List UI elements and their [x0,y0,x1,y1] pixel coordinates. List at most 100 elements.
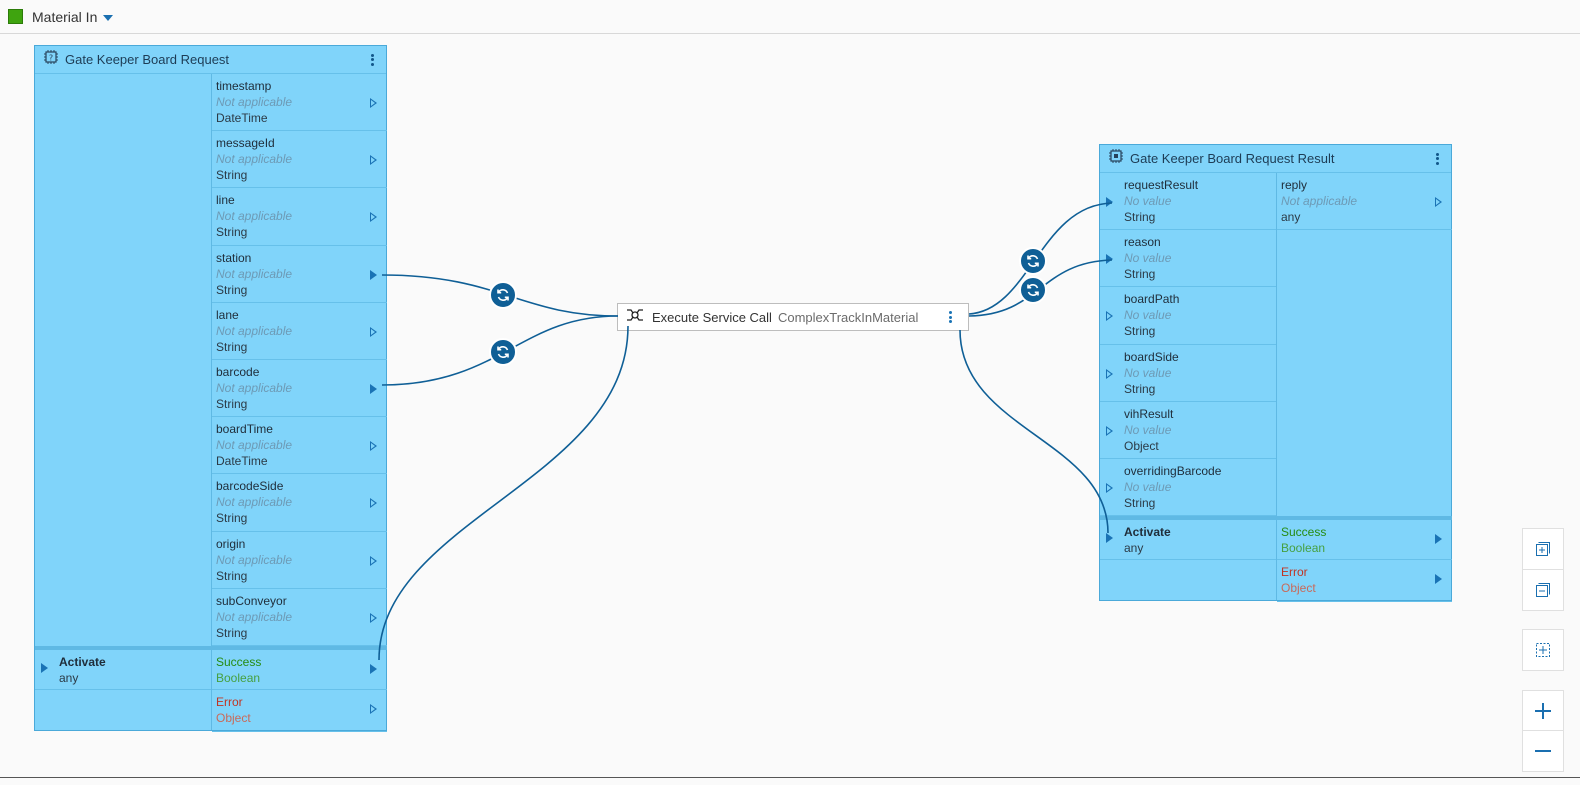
output-pin-icon[interactable] [370,612,377,623]
input-pin-icon[interactable] [1106,483,1113,493]
output-port-messageId[interactable]: messageId Not applicable String [212,131,387,189]
output-port-line[interactable]: line Not applicable String [212,188,387,246]
input-pin-icon[interactable] [1106,368,1113,379]
port-value: No value [1124,251,1172,266]
task-header: Gate Keeper Board Request Result [1100,145,1451,173]
input-pin-icon[interactable] [1106,197,1113,207]
port-type: String [216,168,248,183]
input-port-reason[interactable]: reason No value String [1100,230,1276,288]
input-pin-icon[interactable] [1106,533,1113,544]
output-port-boardTime[interactable]: boardTime Not applicable DateTime [212,417,387,475]
output-pin-icon[interactable] [370,664,377,674]
task-title: Gate Keeper Board Request Result [1130,151,1335,166]
inputs-column: Activate any [35,74,211,730]
port-name: Success [216,655,262,669]
port-type: String [1124,381,1156,396]
output-pin-icon[interactable] [370,704,377,714]
expand-all-icon[interactable] [1522,528,1564,570]
task-gate-keeper-board-request-result[interactable]: Gate Keeper Board Request Result request… [1099,144,1452,603]
input-pin-icon[interactable] [41,663,48,673]
output-pin-icon[interactable] [370,384,377,394]
flow-color-swatch [8,9,23,24]
task-header: ? Gate Keeper Board Request [35,46,386,74]
output-pin-icon[interactable] [1435,534,1442,545]
port-name: barcodeSide [216,479,284,494]
port-value: Not applicable [216,381,293,395]
port-name: boardPath [1124,292,1180,307]
port-name: reply [1281,178,1308,192]
input-pin-icon[interactable] [1106,425,1113,436]
port-type: Object [216,711,251,725]
refresh-icon[interactable] [489,338,517,366]
port-value: Not applicable [216,438,293,453]
output-pin-icon[interactable] [1435,197,1442,207]
more-menu-icon[interactable] [1431,150,1443,168]
output-port-lane[interactable]: lane Not applicable String [212,303,387,360]
execute-service-call-node[interactable]: Execute Service Call ComplexTrackInMater… [617,303,969,331]
output-pin-icon[interactable] [370,269,377,280]
input-port-activate[interactable]: Activate any [1100,520,1276,561]
plus-icon[interactable] [1522,690,1564,732]
canvas-bottom-border [0,777,1580,778]
more-menu-icon[interactable] [944,308,956,326]
service-call-name: Execute Service Call [652,309,772,325]
port-type: String [1124,496,1156,510]
output-port-success[interactable]: Success Boolean [212,650,387,690]
port-type: String [216,339,248,354]
service-call-reference: ComplexTrackInMaterial [777,309,919,325]
input-pin-icon[interactable] [1106,311,1113,322]
refresh-icon[interactable] [1019,276,1047,304]
output-port-station[interactable]: station Not applicable String [212,246,387,303]
input-port-requestResult[interactable]: requestResult No value String [1100,173,1276,231]
output-pin-icon[interactable] [370,555,377,566]
output-port-origin[interactable]: origin Not applicable String [212,532,387,589]
output-pin-icon[interactable] [370,212,377,223]
output-port-subConveyor[interactable]: subConveyor Not applicable String [212,589,387,646]
refresh-icon[interactable] [1019,247,1047,275]
input-port-boardPath[interactable]: boardPath No value String [1100,287,1276,345]
port-type: any [59,671,79,685]
inputs-column: requestResult No value String reason No valu… [1100,173,1276,600]
output-pin-icon[interactable] [370,326,377,337]
port-value: Not applicable [1281,194,1358,208]
input-port-vihResult[interactable]: vihResult No value Object [1100,402,1276,459]
input-pin-icon[interactable] [1106,254,1113,265]
output-pin-icon[interactable] [370,498,377,509]
output-port-timestamp[interactable]: timestamp Not applicable DateTime [212,74,387,132]
task-gate-keeper-board-request[interactable]: ? Gate Keeper Board Request Activate any … [34,45,387,732]
port-name: barcode [216,365,260,379]
input-port-boardSide[interactable]: boardSide No value String [1100,345,1276,402]
flow-title[interactable]: Material In [32,9,97,25]
output-port-error[interactable]: Error Object [212,690,387,732]
output-port-barcodeSide[interactable]: barcodeSide Not applicable String [212,474,387,532]
fit-to-screen-icon[interactable] [1522,629,1564,671]
output-port-reply[interactable]: reply Not applicable any [1277,173,1452,231]
output-pin-icon[interactable] [370,441,377,452]
port-value: Not applicable [216,495,293,510]
port-value: Not applicable [216,323,293,338]
output-pin-icon[interactable] [1435,574,1442,585]
output-port-error[interactable]: Error Object [1277,560,1452,603]
input-port-overridingBarcode[interactable]: overridingBarcode No value String [1100,459,1276,517]
port-type: String [1124,267,1156,282]
port-name: timestamp [216,79,272,93]
collapse-all-icon[interactable] [1522,569,1564,611]
output-port-success[interactable]: Success Boolean [1277,520,1452,561]
chip-icon [1108,148,1124,169]
output-pin-icon[interactable] [370,155,377,166]
more-menu-icon[interactable] [366,51,378,69]
port-type: String [216,225,248,240]
port-name: subConveyor [216,593,287,608]
output-pin-icon[interactable] [370,98,377,108]
refresh-icon[interactable] [489,281,517,309]
port-type: Object [1124,438,1159,453]
output-port-barcode[interactable]: barcode Not applicable String [212,360,387,418]
port-type: String [216,511,248,526]
minus-icon[interactable] [1522,730,1564,772]
port-type: any [1281,210,1301,224]
input-port-activate[interactable]: Activate any [35,650,211,690]
chevron-down-icon[interactable] [103,14,114,21]
chip-icon: ? [43,49,59,70]
port-name: Activate [59,655,106,669]
port-name: requestResult [1124,178,1199,192]
